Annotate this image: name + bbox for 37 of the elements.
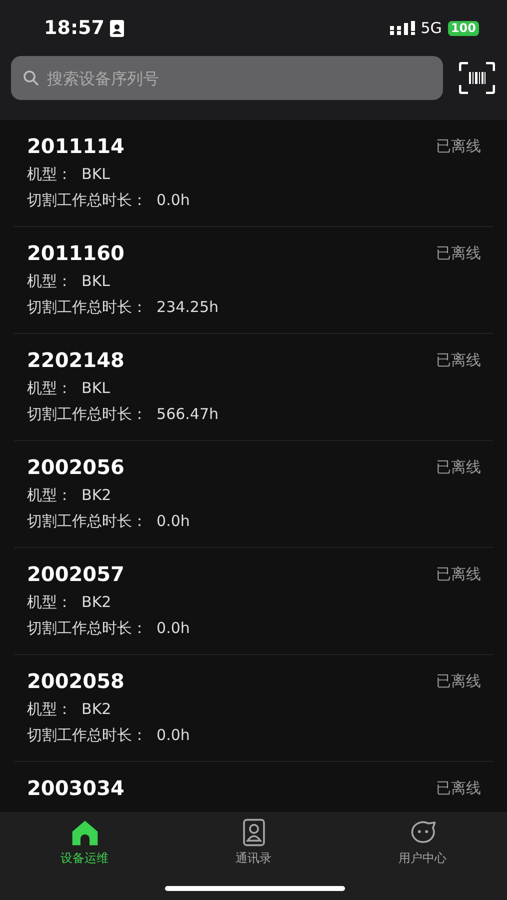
- serial-number: 2002057: [27, 562, 124, 586]
- network-label: 5G: [420, 19, 442, 37]
- status-time: 18:57: [44, 17, 104, 39]
- work-hours-text: 切割工作总时长： 234.25h: [27, 298, 220, 317]
- work-hours-text: 切割工作总时长： 0.0h: [27, 619, 191, 638]
- status-label: 已离线: [436, 350, 481, 370]
- work-hours-text: 切割工作总时长： 566.47h: [27, 405, 220, 424]
- status-label: 已离线: [436, 564, 481, 584]
- signal-icon: [390, 21, 415, 35]
- serial-number: 2003034: [27, 776, 124, 800]
- serial-number: 2002058: [27, 669, 124, 693]
- battery-indicator: 100: [448, 20, 479, 36]
- model-text: 机型： BKL: [27, 272, 112, 291]
- model-text: 机型： BKL: [27, 379, 112, 398]
- search-icon: [23, 70, 39, 86]
- model-text: 机型： BK2: [27, 486, 112, 505]
- contact-card-icon: [110, 20, 124, 36]
- model-text: 机型： BKL: [27, 165, 112, 184]
- status-label: 已离线: [436, 778, 481, 798]
- tab-item[interactable]: 通讯录: [169, 812, 338, 868]
- serial-number: 2002056: [27, 455, 124, 479]
- status-label: 已离线: [436, 136, 481, 156]
- tab-item[interactable]: 设备运维: [0, 812, 169, 868]
- model-text: 机型： BK2: [27, 700, 112, 719]
- model-text: 机型： BK2: [27, 593, 112, 612]
- tab-item[interactable]: 用户中心: [338, 812, 507, 868]
- work-hours-text: 切割工作总时长： 0.0h: [27, 512, 191, 531]
- serial-number: 2011114: [27, 134, 124, 158]
- status-label: 已离线: [436, 458, 481, 476]
- status-label: 已离线: [436, 672, 481, 690]
- work-hours-text: 切割工作总时长： 0.0h: [27, 726, 191, 745]
- serial-number: 2202148: [27, 348, 124, 372]
- serial-number: 2011160: [27, 241, 124, 265]
- work-hours-text: 切割工作总时长： 0.0h: [27, 191, 191, 210]
- status-label: 已离线: [436, 244, 481, 262]
- search-field[interactable]: 搜索设备序列号: [11, 56, 443, 100]
- barcode-scan-icon[interactable]: [459, 62, 495, 94]
